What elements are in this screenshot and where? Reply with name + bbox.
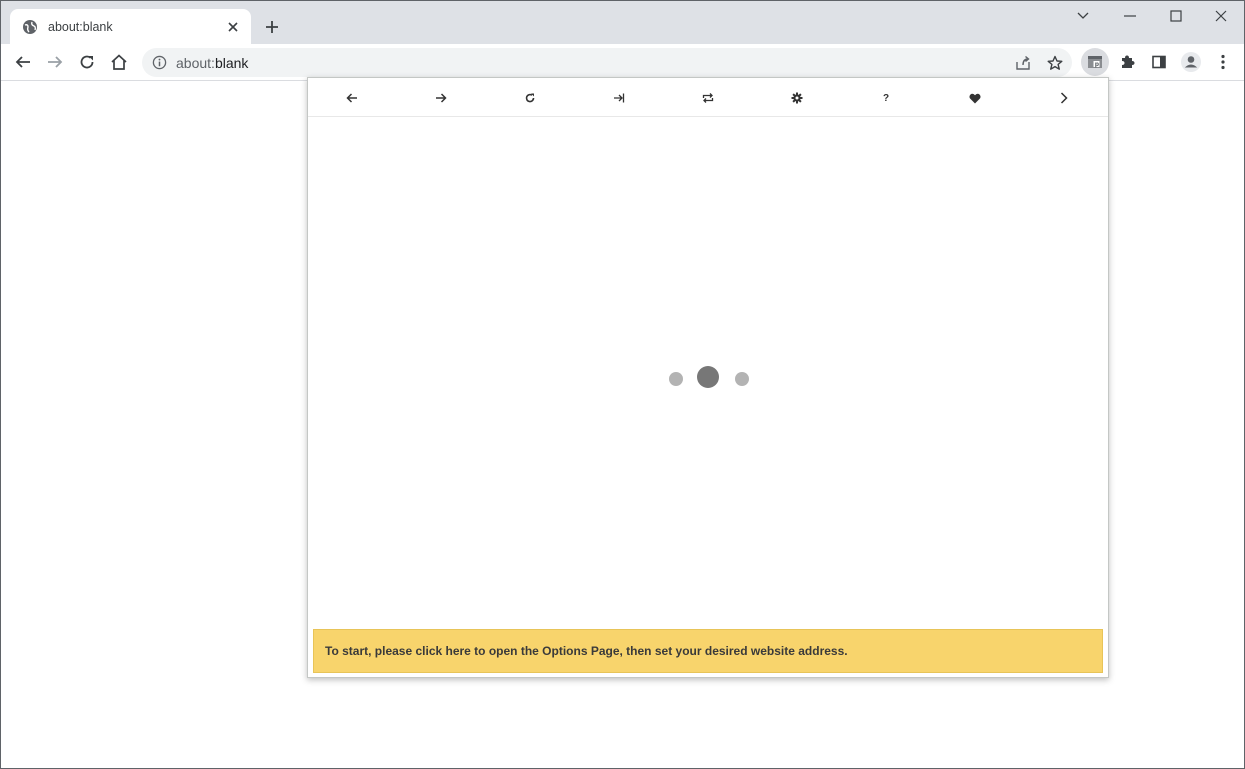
extension-icon[interactable]: p — [1081, 48, 1109, 76]
repeat-icon[interactable] — [697, 87, 719, 109]
tab-about-blank[interactable]: about:blank — [10, 9, 251, 44]
address-bar[interactable]: about:blank — [142, 48, 1072, 77]
loader-dot — [735, 372, 749, 386]
globe-icon — [22, 19, 38, 35]
browser-window: about:blank about:blank p ? To start, pl… — [0, 0, 1245, 769]
popup-nav-bar: ? — [308, 78, 1108, 117]
share-icon[interactable] — [1011, 51, 1035, 75]
minimize-icon[interactable] — [1107, 1, 1153, 31]
tab-search-chevron-down-icon[interactable] — [1060, 1, 1106, 31]
tab-strip: about:blank — [1, 1, 1244, 44]
gear-icon[interactable] — [786, 87, 808, 109]
loading-indicator — [666, 366, 750, 390]
loader-dot — [697, 366, 719, 388]
url-scheme: about: — [176, 54, 215, 71]
url-path: blank — [214, 54, 249, 71]
reload-icon[interactable] — [519, 87, 541, 109]
info-icon[interactable] — [152, 55, 167, 70]
window-close-icon[interactable] — [1198, 1, 1244, 31]
tab-title: about:blank — [48, 19, 113, 34]
heart-icon[interactable] — [964, 87, 986, 109]
more-vert-icon[interactable] — [1209, 48, 1237, 76]
extension-popup: ? To start, please click here to open th… — [307, 77, 1109, 678]
help-icon[interactable]: ? — [875, 87, 897, 109]
puzzle-icon[interactable] — [1113, 48, 1141, 76]
reload-icon[interactable] — [73, 48, 101, 76]
back-arrow-icon[interactable] — [9, 48, 37, 76]
forward-arrow-icon[interactable] — [41, 48, 69, 76]
login-arrow-icon[interactable] — [608, 87, 630, 109]
tab-close-icon[interactable] — [225, 19, 241, 35]
profile-icon[interactable] — [1177, 48, 1205, 76]
url-text[interactable]: about:blank — [176, 55, 248, 71]
forward-arrow-icon[interactable] — [430, 87, 452, 109]
browser-toolbar: about:blank p — [1, 44, 1244, 81]
loader-dot — [669, 372, 683, 386]
new-tab-button[interactable] — [260, 15, 284, 39]
chevron-right-icon[interactable] — [1053, 87, 1075, 109]
star-icon[interactable] — [1043, 51, 1067, 75]
svg-text:p: p — [1095, 61, 1100, 68]
side-panel-icon[interactable] — [1145, 48, 1173, 76]
back-arrow-icon[interactable] — [341, 87, 363, 109]
maximize-icon[interactable] — [1153, 1, 1199, 31]
options-page-notice[interactable]: To start, please click here to open the … — [313, 629, 1103, 673]
home-icon[interactable] — [105, 48, 133, 76]
